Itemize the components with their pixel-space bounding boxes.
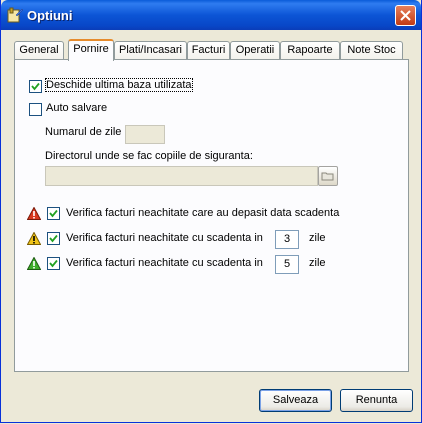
due-soon-unit-1: zile [309, 232, 326, 244]
due-soon-label-2[interactable]: Verifica facturi neachitate cu scadenta … [66, 257, 263, 269]
due-soon-checkbox-1[interactable] [47, 232, 60, 245]
due-soon-days-field-1[interactable]: 3 [275, 230, 299, 249]
folder-icon [321, 172, 334, 181]
save-button[interactable]: Salveaza [259, 389, 332, 412]
close-button[interactable] [395, 5, 416, 26]
close-icon [400, 10, 411, 21]
open-last-db-label[interactable]: Deschide ultima baza utilizata [45, 78, 193, 92]
overdue-invoices-label[interactable]: Verifica facturi neachitate care au depa… [66, 207, 339, 219]
overdue-invoices-checkbox[interactable] [47, 207, 60, 220]
due-soon-unit-2: zile [309, 257, 326, 269]
open-last-db-checkbox[interactable] [29, 80, 42, 93]
tab-rapoarte[interactable]: Rapoarte [280, 41, 340, 59]
tab-note-stoc[interactable]: Note Stoc [340, 41, 403, 59]
checkmark-icon [31, 82, 40, 91]
auto-save-label[interactable]: Auto salvare [46, 102, 107, 114]
backup-dir-field[interactable] [45, 166, 318, 186]
options-dialog: Optiuni General Pornire Plati/Incasari F… [0, 0, 422, 423]
browse-folder-button[interactable] [318, 166, 338, 186]
checkmark-icon [49, 209, 58, 218]
warning-red-icon [27, 207, 41, 220]
warning-green-icon [27, 257, 41, 270]
days-field[interactable] [125, 125, 165, 144]
cancel-button[interactable]: Renunta [340, 389, 413, 412]
due-soon-label-1[interactable]: Verifica facturi neachitate cu scadenta … [66, 232, 263, 244]
tab-pornire[interactable]: Pornire [68, 39, 114, 61]
days-label: Numarul de zile [45, 126, 122, 138]
tab-operatii[interactable]: Operatii [230, 41, 280, 59]
tab-panel-pornire: Deschide ultima baza utilizata Auto salv… [14, 59, 409, 372]
due-soon-checkbox-2[interactable] [47, 257, 60, 270]
tab-facturi[interactable]: Facturi [187, 41, 230, 59]
window-title: Optiuni [27, 8, 73, 23]
title-bar[interactable]: Optiuni [1, 0, 421, 30]
warning-yellow-icon [27, 232, 41, 245]
checkmark-icon [49, 234, 58, 243]
tab-general[interactable]: General [14, 41, 64, 59]
checkmark-icon [49, 259, 58, 268]
auto-save-checkbox[interactable] [29, 103, 42, 116]
due-soon-days-field-2[interactable]: 5 [275, 255, 299, 274]
backup-dir-label: Directorul unde se fac copiile de sigura… [45, 150, 253, 162]
tab-plati-incasari[interactable]: Plati/Incasari [114, 41, 187, 59]
app-icon [7, 7, 23, 23]
